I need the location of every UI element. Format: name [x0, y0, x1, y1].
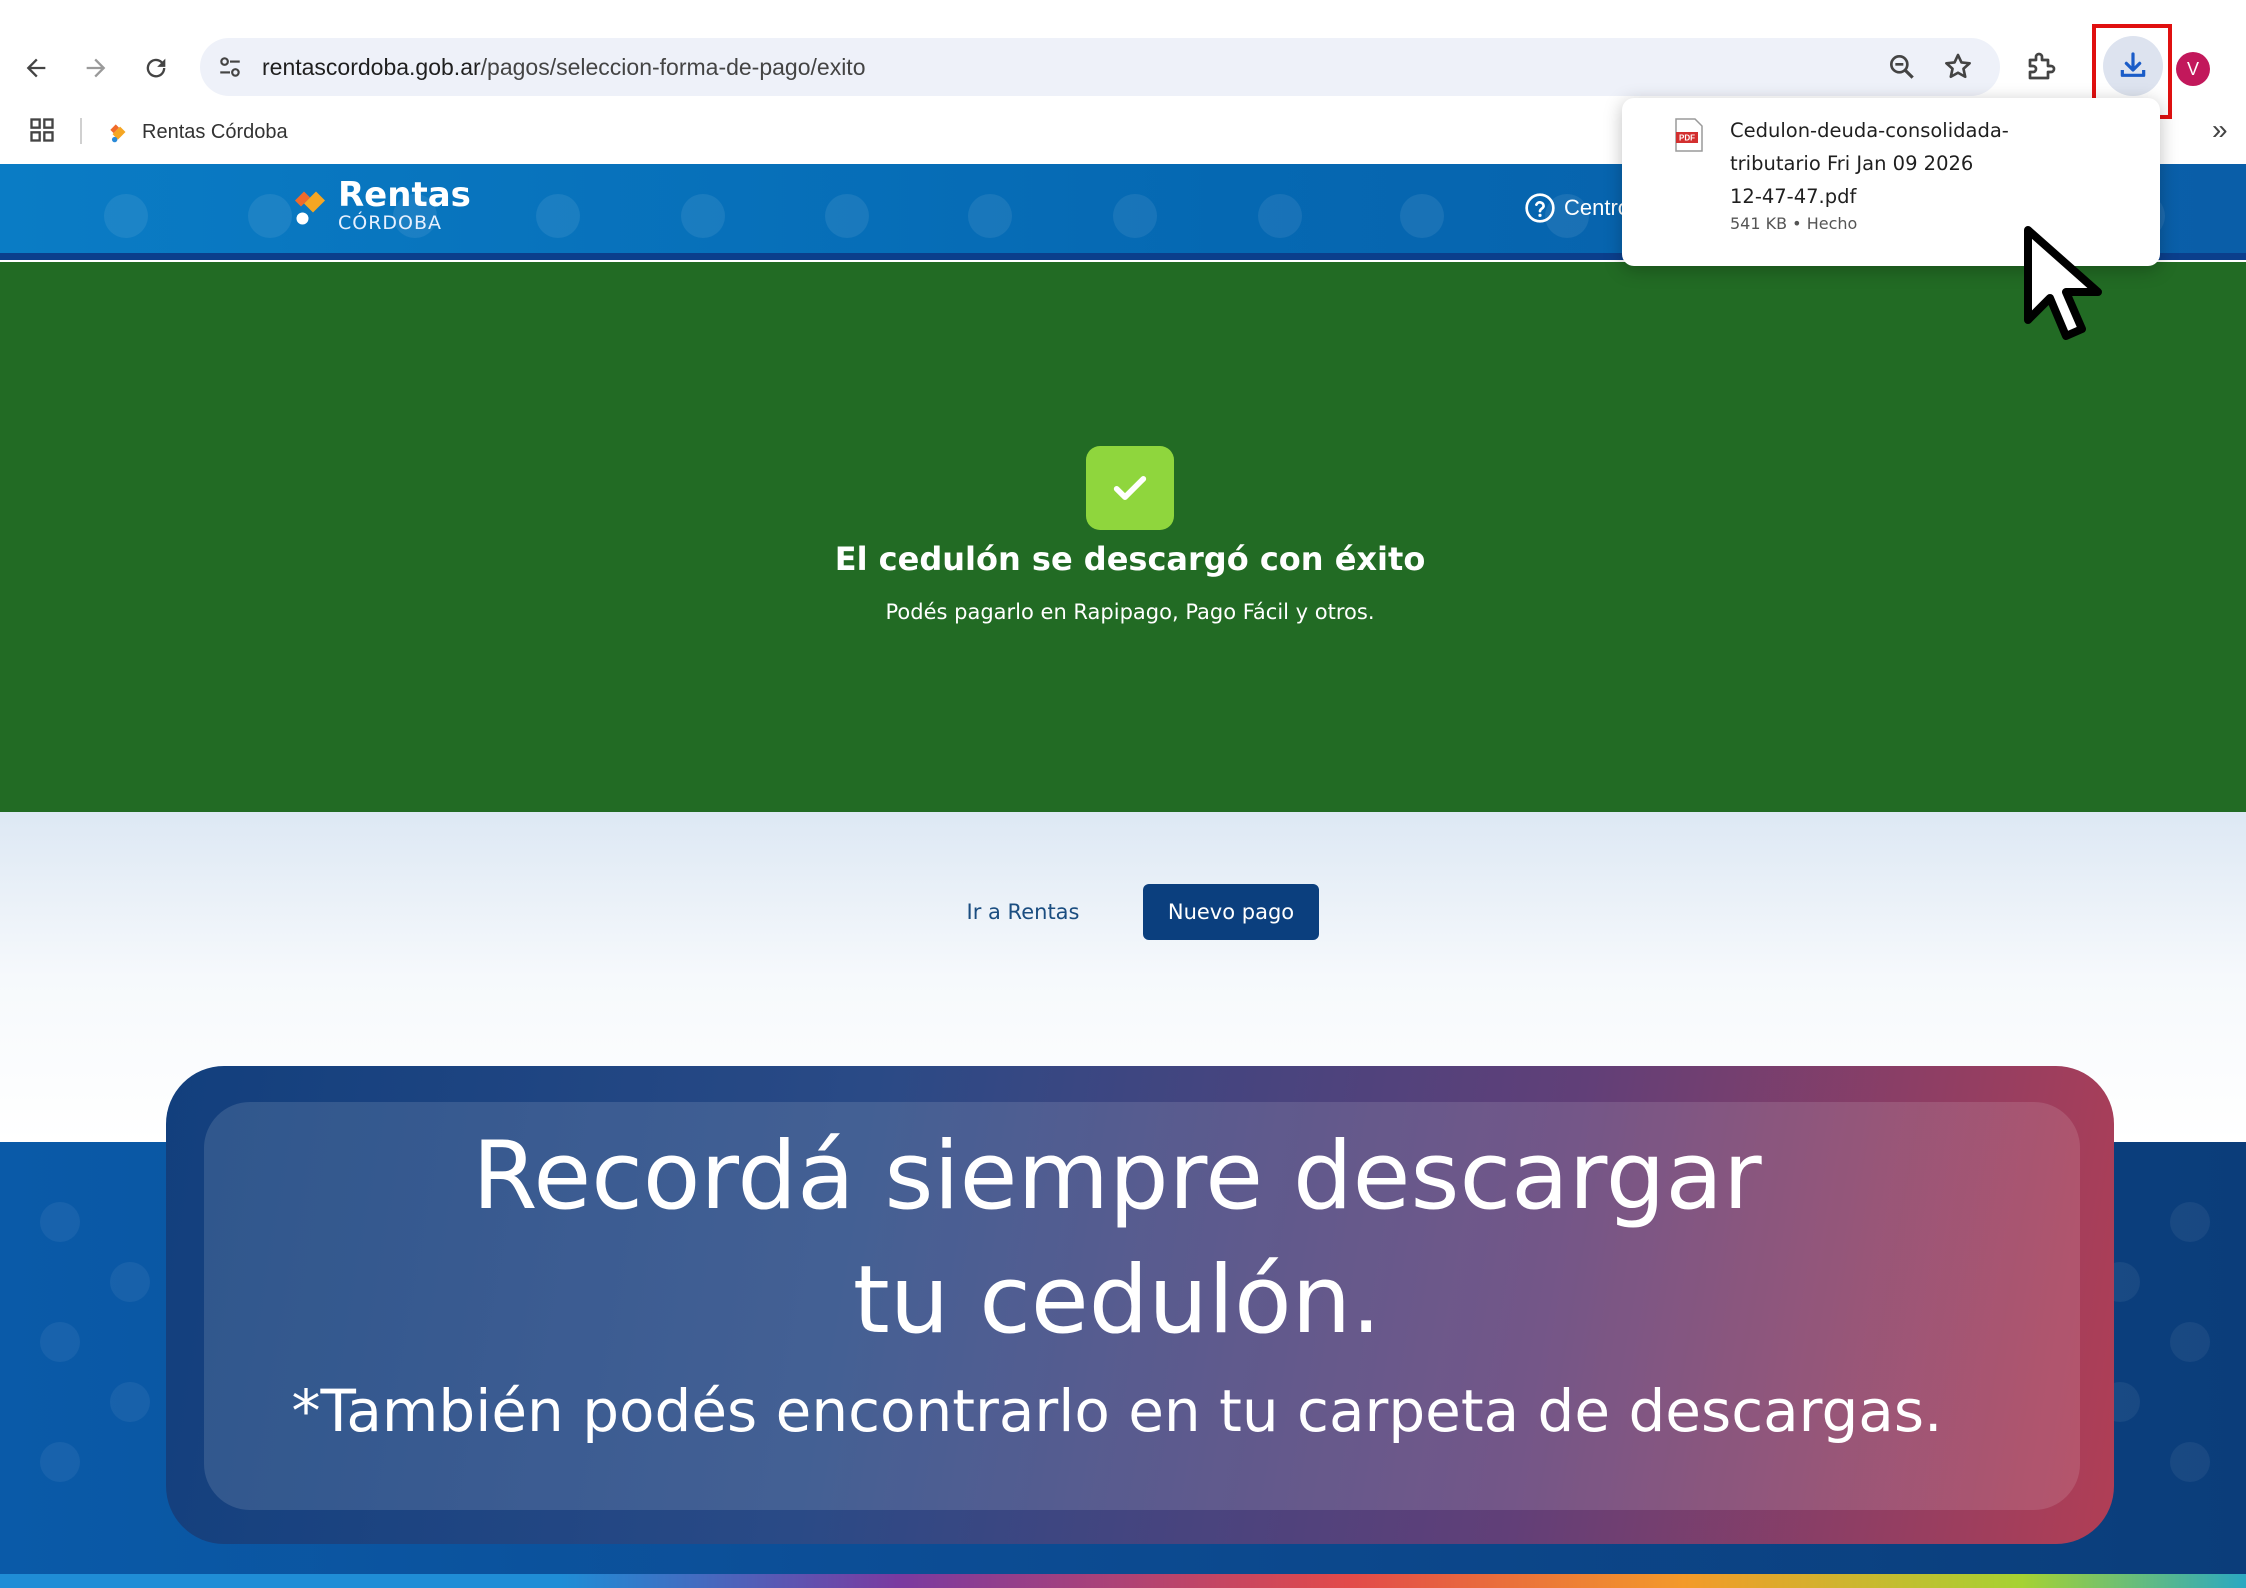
download-filename-line1: Cedulon-deuda-consolidada- — [1730, 119, 2009, 142]
rentas-logo-icon — [295, 191, 325, 225]
go-to-rentas-link[interactable]: Ir a Rentas — [948, 884, 1098, 940]
mouse-cursor-icon — [2024, 226, 2102, 340]
url-text: rentascordoba.gob.ar/pagos/seleccion-for… — [262, 38, 865, 96]
forward-icon — [86, 58, 106, 78]
logo-subtitle: CÓRDOBA — [338, 211, 443, 234]
success-banner — [0, 262, 2246, 812]
reload-icon — [146, 58, 166, 78]
success-title: El cedulón se descargó con éxito — [834, 540, 1426, 578]
back-icon — [26, 58, 46, 78]
pdf-badge: PDF — [1679, 134, 1695, 143]
help-center-link[interactable]: Centro — [1524, 192, 1630, 224]
site-info-icon[interactable] — [214, 51, 246, 83]
bookmarks-overflow-button[interactable]: » — [2212, 114, 2228, 146]
download-filename-line3: 12-47-47.pdf — [1730, 185, 1857, 208]
reminder-title-line2: tu cedulón. — [852, 1246, 1382, 1355]
reminder-note: *También podés encontrarlo en tu carpeta… — [291, 1377, 1943, 1445]
download-meta: 541 KB • Hecho — [1730, 214, 1858, 233]
address-bar[interactable]: rentascordoba.gob.ar/pagos/seleccion-for… — [200, 38, 2000, 96]
star-icon[interactable] — [1942, 51, 1974, 83]
bookmark-rentas[interactable]: Rentas Córdoba — [106, 114, 288, 150]
extensions-icon[interactable] — [2024, 48, 2064, 88]
new-payment-button[interactable]: Nuevo pago — [1143, 884, 1319, 940]
help-icon — [1525, 193, 1555, 223]
avatar[interactable]: V — [2176, 52, 2210, 86]
success-check-badge — [1086, 446, 1174, 530]
url-host: rentascordoba.gob.ar — [262, 54, 481, 80]
reminder-title-line1: Recordá siempre descargar — [472, 1122, 1762, 1231]
reload-button[interactable] — [136, 48, 176, 88]
rentas-favicon-icon — [110, 124, 126, 143]
logo-title: Rentas — [338, 174, 471, 215]
pdf-file-icon: PDF — [1674, 118, 1704, 152]
footer-color-strip — [0, 1574, 2246, 1588]
download-filename[interactable]: Cedulon-deuda-consolidada- tributario Fr… — [1730, 114, 2150, 213]
zoom-icon[interactable] — [1886, 51, 1918, 83]
success-subtitle: Podés pagarlo en Rapipago, Pago Fácil y … — [885, 600, 1375, 624]
back-button[interactable] — [16, 48, 56, 88]
help-label: Centro — [1564, 195, 1631, 220]
bookmark-label: Rentas Córdoba — [142, 120, 288, 143]
forward-button[interactable] — [76, 48, 116, 88]
check-icon — [1113, 476, 1147, 500]
rentas-logo[interactable]: Rentas CÓRDOBA — [292, 170, 471, 240]
download-filename-line2: tributario Fri Jan 09 2026 — [1730, 152, 1974, 175]
apps-icon[interactable] — [28, 116, 58, 146]
url-path: /pagos/seleccion-forma-de-pago/exito — [480, 54, 866, 80]
bookmark-divider — [80, 118, 82, 144]
